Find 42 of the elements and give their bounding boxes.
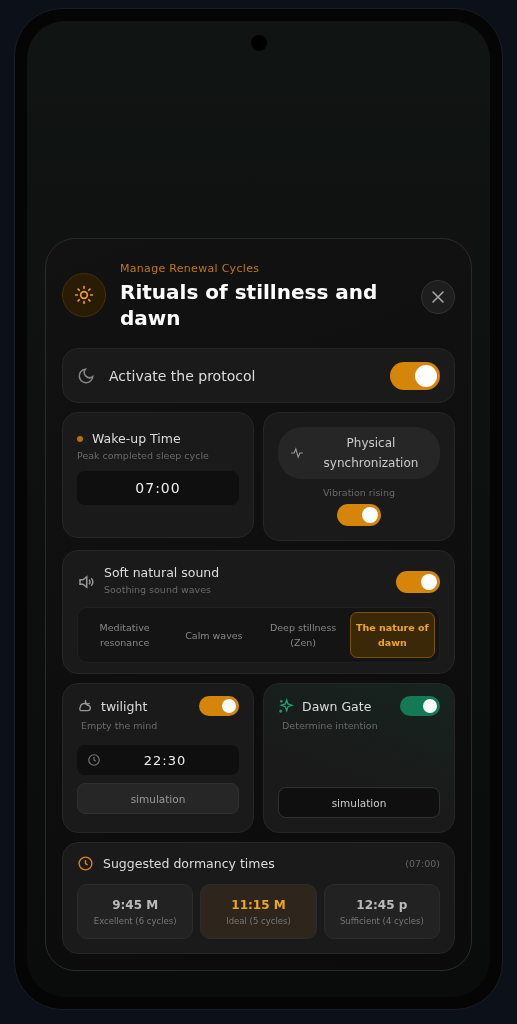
sparkle-icon	[278, 698, 294, 714]
card-title: Wake-up Time	[92, 431, 181, 446]
clock-icon	[77, 855, 94, 872]
card-subtitle: Soothing sound waves	[104, 584, 212, 595]
moon-icon	[77, 366, 95, 385]
sun-icon	[74, 285, 94, 305]
card-title: Dawn Gate	[302, 698, 373, 714]
sound-option[interactable]: The nature of dawn	[349, 612, 435, 658]
sheet-subtitle: Manage Renewal Cycles	[120, 262, 261, 275]
time-option[interactable]: 11:15 M Ideal (5 cycles)	[200, 884, 317, 939]
card-title: Soft natural sound	[104, 565, 221, 580]
toggle-switch[interactable]	[337, 504, 381, 526]
card-subtitle: Empty the mind	[81, 720, 159, 731]
pulse-icon	[290, 446, 304, 460]
time-option[interactable]: 9:45 M Excellent (6 cycles)	[77, 884, 194, 939]
clock-icon	[87, 753, 101, 767]
simulation-button[interactable]: simulation	[77, 783, 239, 814]
sound-option[interactable]: Meditative resonance	[82, 612, 168, 658]
toggle-switch[interactable]	[400, 696, 440, 716]
toggle-switch[interactable]	[390, 361, 440, 390]
close-button[interactable]	[421, 280, 455, 314]
card-subtitle: Determine intention	[282, 720, 379, 731]
card-subtitle: Vibration rising	[322, 487, 396, 498]
status-dot	[77, 435, 83, 442]
speaker-icon	[77, 573, 95, 591]
card-title: Suggested dormancy times	[103, 856, 276, 871]
sound-option[interactable]: Deep stillness (Zen)	[260, 612, 346, 658]
cloud-moon-icon	[77, 698, 93, 714]
reference-time: (07:00)	[405, 858, 440, 869]
sheet-title: Rituals of stillness and dawn	[120, 279, 379, 331]
close-icon	[432, 291, 444, 303]
card-subtitle: Peak completed sleep cycle	[77, 450, 210, 461]
toggle-switch[interactable]	[199, 696, 239, 716]
time-field[interactable]: 07:00	[77, 471, 239, 505]
simulation-button[interactable]: simulation	[278, 787, 440, 818]
protocol-label: Activate the protocol	[109, 367, 257, 384]
time-option[interactable]: 12:45 p Sufficient (4 cycles)	[323, 884, 440, 939]
time-field[interactable]: 22:30	[77, 745, 239, 775]
sync-label: Physical synchronization	[322, 435, 420, 472]
card-title: twilight	[101, 698, 149, 714]
toggle-switch[interactable]	[396, 571, 440, 593]
sound-option[interactable]: Calm waves	[171, 612, 257, 658]
